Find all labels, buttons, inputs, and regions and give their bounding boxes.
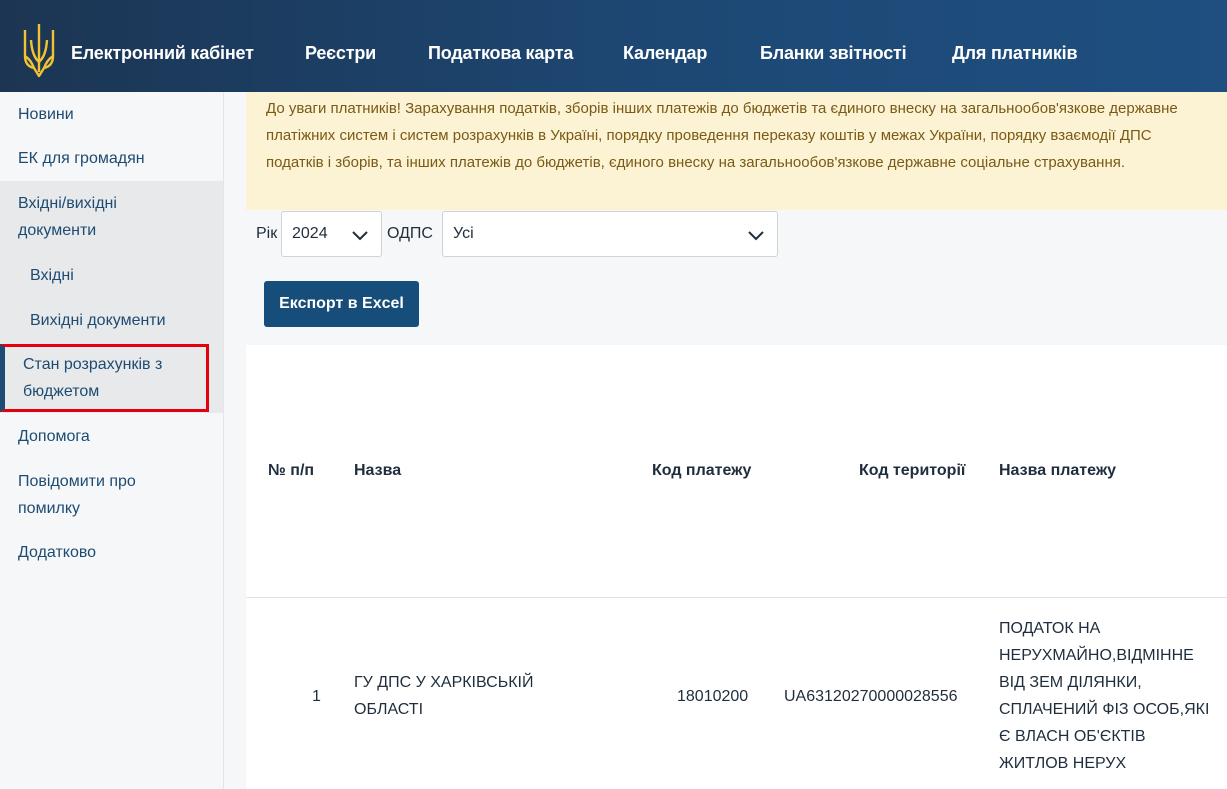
chevron-down-icon xyxy=(352,231,368,241)
table-header-divider xyxy=(246,597,1227,598)
year-select-value: 2024 xyxy=(292,225,328,242)
settlements-table: № п/п Назва Код платежу Код території На… xyxy=(246,345,1227,789)
column-header-payment-code[interactable]: Код платежу xyxy=(652,462,751,480)
cell-territory-code: UA63120270000028556 xyxy=(784,688,958,705)
year-select[interactable]: 2024 xyxy=(281,211,382,257)
cell-payment-name-line: СПЛАЧЕНИЙ ФІЗ ОСОБ,ЯКІ xyxy=(999,701,1210,718)
cell-payment-name-line: НЕРУХМАЙНО,ВІДМІННЕ xyxy=(999,647,1194,664)
cell-name: ГУ ДПС У ХАРКІВСЬКІЙ ОБЛАСТІ xyxy=(354,669,533,723)
notice-banner: До уваги платників! Зарахування податків… xyxy=(246,92,1227,210)
odps-label: ОДПС xyxy=(387,225,433,242)
cell-payment-name-line: ПОДАТОК НА xyxy=(999,620,1101,637)
sidebar-item-label: Повідомити про xyxy=(18,473,136,490)
notice-line: податків і зборів, та інших платежів до … xyxy=(266,154,1126,171)
sidebar: Новини ЕК для громадян Вхідні/вихідні до… xyxy=(0,92,224,789)
cell-payment-name-line: ЖИТЛОВ НЕРУХ xyxy=(999,755,1127,772)
sidebar-item-news[interactable]: Новини xyxy=(0,101,223,128)
sidebar-item-label: бюджетом xyxy=(23,383,100,400)
sidebar-item-label: Вхідні/вихідні xyxy=(18,195,117,212)
sidebar-item-outgoing[interactable]: Вихідні документи xyxy=(0,307,223,334)
nav-registries[interactable]: Реєстри xyxy=(305,43,376,64)
sidebar-item-label: Стан розрахунків з xyxy=(23,356,163,373)
cell-number: 1 xyxy=(312,688,321,705)
cell-name-line: ГУ ДПС У ХАРКІВСЬКІЙ xyxy=(354,674,534,691)
column-header-payment-name[interactable]: Назва платежу xyxy=(999,462,1116,480)
chevron-down-icon xyxy=(748,231,764,241)
nav-calendar[interactable]: Календар xyxy=(623,43,707,64)
notice-line: До уваги платників! Зарахування податків… xyxy=(266,100,1178,117)
cell-payment-name: ПОДАТОК НА НЕРУХМАЙНО,ВІДМІННЕ ВІД ЗЕМ Д… xyxy=(999,615,1209,777)
top-header: Електронний кабінет Реєстри Податкова ка… xyxy=(0,0,1227,92)
notice-line: платіжних систем і систем розрахунків в … xyxy=(266,127,1152,144)
cell-name-line: ОБЛАСТІ xyxy=(354,701,424,718)
sidebar-item-report-error[interactable]: Повідомити про помилку xyxy=(0,468,223,522)
column-header-territory-code[interactable]: Код території xyxy=(859,462,965,480)
column-header-name[interactable]: Назва xyxy=(354,462,401,480)
sidebar-item-in-out-documents[interactable]: Вхідні/вихідні документи xyxy=(0,190,223,244)
sidebar-item-label: помилку xyxy=(18,500,81,517)
odps-select-value: Усі xyxy=(453,225,474,242)
cell-payment-code: 18010200 xyxy=(677,688,749,705)
odps-select[interactable]: Усі xyxy=(442,211,778,257)
year-label: Рік xyxy=(256,225,278,242)
cell-payment-name-line: Є ВЛАСН ОБ'ЄКТІВ xyxy=(999,728,1146,745)
trident-logo-icon[interactable] xyxy=(20,22,58,82)
sidebar-item-incoming[interactable]: Вхідні xyxy=(0,262,223,289)
sidebar-item-additional[interactable]: Додатково xyxy=(0,539,223,566)
column-header-number[interactable]: № п/п xyxy=(268,462,314,480)
nav-tax-map[interactable]: Податкова карта xyxy=(428,43,573,64)
nav-for-payers[interactable]: Для платників xyxy=(952,43,1078,64)
cell-payment-name-line: ВІД ЗЕМ ДІЛЯНКИ, xyxy=(999,674,1142,691)
sidebar-item-help[interactable]: Допомога xyxy=(0,423,223,450)
sidebar-item-budget-settlements[interactable]: Стан розрахунків з бюджетом xyxy=(0,351,223,405)
brand-title[interactable]: Електронний кабінет xyxy=(71,43,254,64)
export-excel-button[interactable]: Експорт в Excel xyxy=(264,281,419,327)
sidebar-item-label: документи xyxy=(18,222,97,239)
nav-report-forms[interactable]: Бланки звітності xyxy=(760,43,907,64)
sidebar-item-ek-citizens[interactable]: ЕК для громадян xyxy=(0,145,223,172)
